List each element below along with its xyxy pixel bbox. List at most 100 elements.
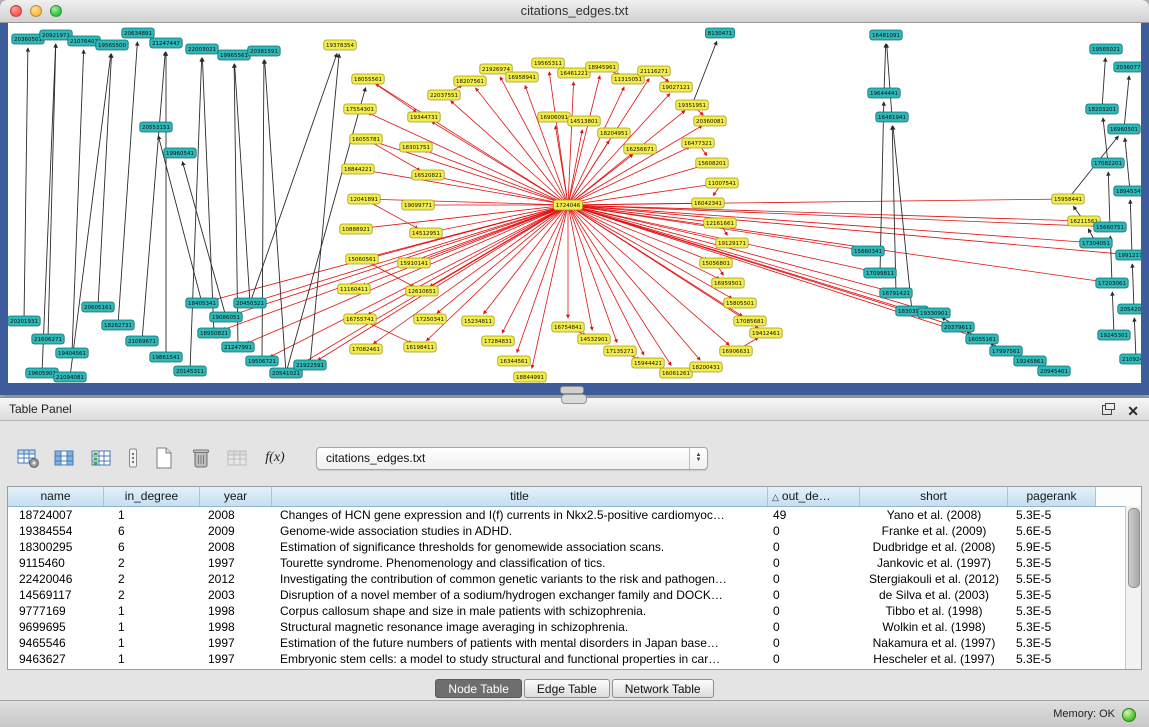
graph-node-15660341[interactable]: 15660341: [852, 246, 884, 256]
cell-short[interactable]: Franke et al. (2009): [860, 523, 1008, 539]
graph-node-16959501[interactable]: 16959501: [712, 278, 744, 288]
cell-short[interactable]: Stergiakouli et al. (2012): [860, 571, 1008, 587]
graph-node-16960501[interactable]: 16960501: [1108, 124, 1140, 134]
cell-year[interactable]: 1997: [200, 635, 272, 651]
graph-node-19605901[interactable]: 19605901: [26, 368, 58, 378]
graph-node-18204951[interactable]: 18204951: [598, 128, 630, 138]
graph-node-15234811[interactable]: 15234811: [462, 316, 494, 326]
cell-short[interactable]: Yano et al. (2008): [860, 507, 1008, 523]
graph-node-14512951[interactable]: 14512951: [410, 228, 442, 238]
cell-name[interactable]: 9463627: [8, 651, 104, 667]
cell-year[interactable]: 1998: [200, 619, 272, 635]
graph-node-16061261[interactable]: 16061261: [660, 368, 692, 378]
cell-title[interactable]: Genome-wide association studies in ADHD.: [272, 523, 768, 539]
graph-node-17135271[interactable]: 17135271: [604, 346, 636, 356]
cell-out_degree[interactable]: 0: [768, 635, 860, 651]
graph-node-19565311[interactable]: 19565311: [532, 58, 564, 68]
graph-node-19027121[interactable]: 19027121: [660, 82, 692, 92]
graph-node-16755741[interactable]: 16755741: [344, 314, 376, 324]
cell-short[interactable]: Jankovic et al. (1997): [860, 555, 1008, 571]
cell-in_degree[interactable]: 2: [104, 587, 200, 603]
cell-out_degree[interactable]: 0: [768, 619, 860, 635]
rows-icon[interactable]: [127, 446, 139, 470]
cell-out_degree[interactable]: 0: [768, 587, 860, 603]
cell-title[interactable]: Estimation of the future numbers of pati…: [272, 635, 768, 651]
column-header-in_degree[interactable]: in_degree: [104, 487, 200, 506]
graph-node-21606271[interactable]: 21606271: [32, 334, 64, 344]
graph-node-16477321[interactable]: 16477321: [682, 138, 714, 148]
graph-node-19129171[interactable]: 19129171: [716, 238, 748, 248]
graph-node-18203201[interactable]: 18203201: [1086, 104, 1118, 114]
graph-node-20945401[interactable]: 20945401: [1038, 366, 1070, 376]
graph-node-16481941[interactable]: 16481941: [876, 112, 908, 122]
cell-year[interactable]: 2012: [200, 571, 272, 587]
graph-node-21922591[interactable]: 21922591: [294, 360, 326, 370]
cell-year[interactable]: 2009: [200, 523, 272, 539]
graph-node-15060561[interactable]: 15060561: [346, 254, 378, 264]
graph-node-21069671[interactable]: 21069671: [126, 336, 158, 346]
table-row[interactable]: 1938455462009Genome-wide association stu…: [8, 523, 1141, 539]
cell-in_degree[interactable]: 6: [104, 539, 200, 555]
graph-node-21116271[interactable]: 21116271: [638, 66, 670, 76]
cell-pagerank[interactable]: 5.3E-5: [1008, 603, 1096, 619]
cell-pagerank[interactable]: 5.9E-5: [1008, 539, 1096, 555]
graph-node-19378354[interactable]: 19378354: [324, 40, 356, 50]
graph-node-15660751[interactable]: 15660751: [1094, 222, 1126, 232]
graph-node-16958941[interactable]: 16958941: [506, 72, 538, 82]
graph-node-16481091[interactable]: 16481091: [870, 30, 902, 40]
cell-year[interactable]: 1998: [200, 603, 272, 619]
graph-node-11160411[interactable]: 11160411: [338, 284, 370, 294]
graph-node-20921971[interactable]: 20921971: [40, 30, 72, 40]
cell-year[interactable]: 1997: [200, 651, 272, 667]
cell-in_degree[interactable]: 1: [104, 603, 200, 619]
graph-node-16042341[interactable]: 16042341: [692, 198, 724, 208]
graph-node-21092461[interactable]: 21092461: [1120, 354, 1141, 364]
graph-node-1724046[interactable]: 1724046: [553, 200, 582, 210]
graph-node-18207561[interactable]: 18207561: [454, 76, 486, 86]
graph-node-21076407[interactable]: 21076407: [68, 36, 100, 46]
canvas-scroll-handle[interactable]: [560, 386, 584, 394]
graph-node-20360501[interactable]: 20360501: [12, 34, 44, 44]
cell-year[interactable]: 1997: [200, 555, 272, 571]
graph-node-17554301[interactable]: 17554301: [344, 104, 376, 114]
network-canvas[interactable]: 2036050120921971210764071956550020634891…: [8, 23, 1141, 383]
graph-node-20542001[interactable]: 20542001: [1118, 304, 1141, 314]
graph-node-19245301[interactable]: 19245301: [1098, 330, 1130, 340]
cell-pagerank[interactable]: 5.6E-5: [1008, 523, 1096, 539]
graph-node-18301751[interactable]: 18301751: [400, 142, 432, 152]
tab-edge-table[interactable]: Edge Table: [524, 679, 610, 698]
graph-node-18950821[interactable]: 18950821: [198, 328, 230, 338]
graph-node-18945341[interactable]: 18945341: [1114, 186, 1141, 196]
graph-node-20360771[interactable]: 20360771: [1114, 62, 1141, 72]
graph-node-20379611[interactable]: 20379611: [942, 322, 974, 332]
graph-node-20145311[interactable]: 20145311: [174, 366, 206, 376]
cell-year[interactable]: 2008: [200, 539, 272, 555]
graph-node-11007541[interactable]: 11007541: [706, 178, 738, 188]
graph-node-17284831[interactable]: 17284831: [482, 336, 514, 346]
cell-year[interactable]: 2003: [200, 587, 272, 603]
cell-pagerank[interactable]: 5.3E-5: [1008, 587, 1096, 603]
graph-node-17203061[interactable]: 17203061: [1096, 278, 1128, 288]
window-titlebar[interactable]: citations_edges.txt: [0, 0, 1149, 23]
graph-node-16055781[interactable]: 16055781: [350, 134, 382, 144]
graph-node-17082461[interactable]: 17082461: [350, 344, 382, 354]
edit-table-icon[interactable]: [90, 446, 114, 470]
graph-node-15056801[interactable]: 15056801: [700, 258, 732, 268]
cell-short[interactable]: Tibbo et al. (1998): [860, 603, 1008, 619]
graph-node-19565021[interactable]: 19565021: [1090, 44, 1122, 54]
table-select-dropdown[interactable]: citations_edges.txt ▲▼: [316, 447, 708, 470]
table-options-icon[interactable]: [16, 446, 40, 470]
cell-title[interactable]: Tourette syndrome. Phenomenology and cla…: [272, 555, 768, 571]
cell-in_degree[interactable]: 1: [104, 651, 200, 667]
cell-title[interactable]: Disruption of a novel member of a sodium…: [272, 587, 768, 603]
graph-node-19912171[interactable]: 19912171: [1116, 250, 1141, 260]
table-row[interactable]: 2242004622012Investigating the contribut…: [8, 571, 1141, 587]
graph-node-22003021[interactable]: 22003021: [186, 44, 218, 54]
cell-in_degree[interactable]: 1: [104, 619, 200, 635]
graph-node-17304051[interactable]: 17304051: [1080, 238, 1112, 248]
trash-icon[interactable]: [189, 446, 213, 470]
graph-node-12041891[interactable]: 12041891: [348, 194, 380, 204]
table-row[interactable]: 977716911998Corpus callosum shape and si…: [8, 603, 1141, 619]
graph-node-16198411[interactable]: 16198411: [404, 342, 436, 352]
graph-node-8130471[interactable]: 8130471: [705, 28, 734, 38]
